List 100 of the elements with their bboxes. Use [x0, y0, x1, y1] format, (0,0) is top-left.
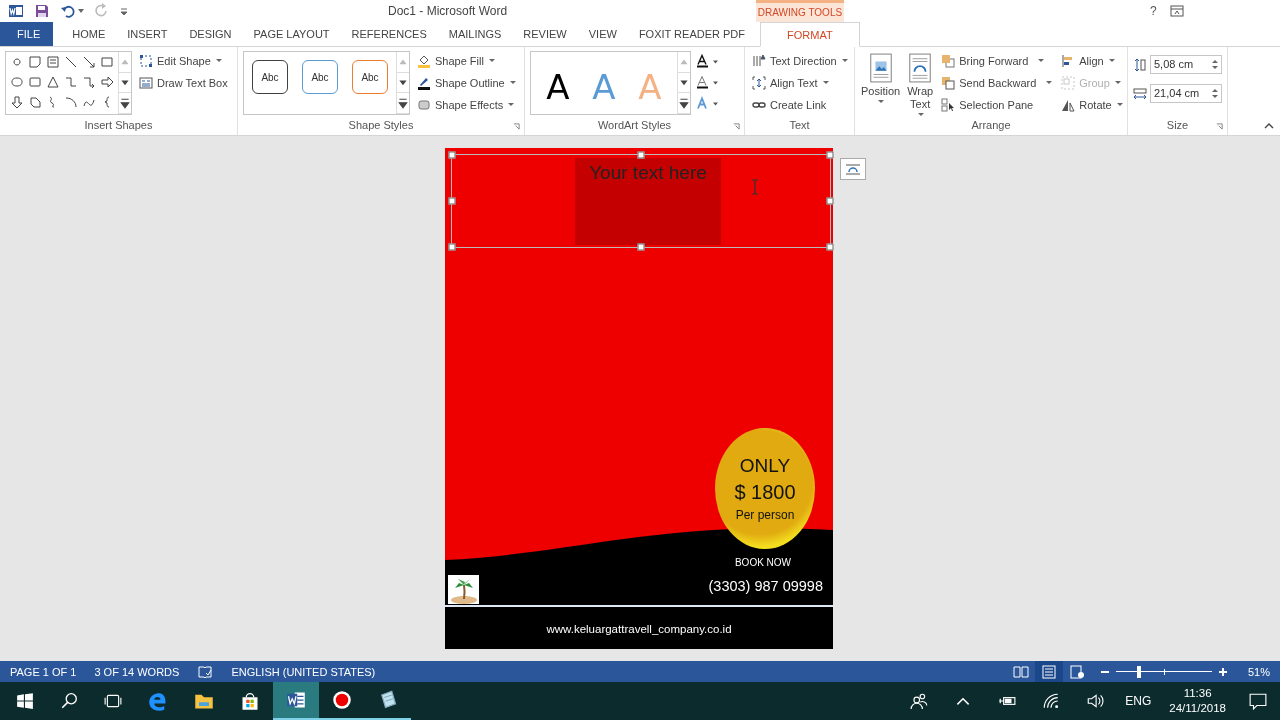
- price-text: $ 1800: [734, 481, 796, 504]
- group-label: Size: [1166, 119, 1189, 133]
- command-button[interactable]: Send Backward: [939, 73, 1055, 92]
- shape-effects-icon: [417, 97, 431, 112]
- price-text: Per person: [735, 508, 795, 522]
- undo-icon[interactable]: [60, 3, 76, 19]
- group-label: WordArt Styles: [597, 119, 672, 133]
- status-item[interactable]: PAGE 1 OF 1: [10, 665, 77, 678]
- command-button[interactable]: Shape Fill: [415, 51, 518, 70]
- search-icon[interactable]: [60, 692, 78, 710]
- clock-time[interactable]: 11:36: [1183, 686, 1212, 701]
- command-button[interactable]: Rotate: [1059, 95, 1125, 114]
- taskbar-button[interactable]: [273, 682, 319, 720]
- style-preset[interactable]: Abc: [252, 60, 288, 94]
- collapse-ribbon-icon[interactable]: [1264, 123, 1274, 129]
- record-icon: [332, 690, 352, 710]
- start-icon[interactable]: [16, 692, 34, 710]
- pencil-icon: [417, 75, 431, 90]
- file-tab[interactable]: FILE: [0, 22, 54, 46]
- style-preset[interactable]: Abc: [302, 60, 338, 94]
- people-icon[interactable]: [910, 692, 929, 710]
- command-button[interactable]: Selection Pane: [939, 95, 1055, 114]
- text-outline-icon[interactable]: [696, 74, 720, 91]
- wrap-text-icon: [907, 53, 934, 83]
- edit-shape-icon: [139, 53, 153, 68]
- group-label: Text: [789, 119, 810, 133]
- dialog-launcher-icon[interactable]: [733, 123, 740, 130]
- layout-options-icon[interactable]: [840, 158, 866, 180]
- ribbon-tab[interactable]: VIEW: [577, 22, 628, 46]
- size-field[interactable]: 21,04 cm: [1150, 84, 1222, 103]
- text-box-selection[interactable]: [448, 151, 834, 251]
- input-language[interactable]: ENG: [1125, 694, 1152, 708]
- wifi-icon[interactable]: [1042, 692, 1061, 710]
- command-button[interactable]: Align Text: [750, 73, 850, 92]
- shape-icon[interactable]: [10, 95, 24, 109]
- ribbon-tab[interactable]: REVIEW: [512, 22, 578, 46]
- align-text-icon: [752, 75, 766, 90]
- command-button[interactable]: Bring Forward: [939, 51, 1055, 70]
- shape-icon[interactable]: [46, 75, 60, 89]
- command-button[interactable]: Align: [1059, 51, 1125, 70]
- website-url: www.keluargattravell_company.co.id: [545, 623, 733, 635]
- dialog-launcher-icon[interactable]: [1216, 123, 1223, 130]
- language-status[interactable]: ENGLISH (UNITED STATES): [231, 665, 376, 678]
- shape-icon[interactable]: [28, 95, 42, 109]
- help-button[interactable]: ?: [1150, 4, 1157, 18]
- group-label: Arrange: [971, 119, 1011, 133]
- ribbon-tab[interactable]: MAILINGS: [437, 22, 513, 46]
- ribbon-tab[interactable]: HOME: [61, 22, 117, 46]
- notepad-icon: [378, 690, 398, 710]
- height-icon: [1133, 57, 1147, 72]
- command-button[interactable]: Position: [860, 51, 902, 119]
- bring-forward-icon: [941, 53, 956, 68]
- zoom-in-button[interactable]: [1217, 666, 1228, 677]
- clock-date[interactable]: 24/11/2018: [1169, 701, 1226, 716]
- command-button[interactable]: Text Direction: [750, 51, 850, 70]
- text-cursor-icon: [751, 179, 759, 195]
- shape-icon[interactable]: [10, 55, 24, 69]
- command-button[interactable]: Create Link: [750, 95, 850, 114]
- shape-icon[interactable]: [64, 95, 78, 109]
- style-preset[interactable]: Abc: [352, 60, 388, 94]
- proofing-icon[interactable]: [197, 663, 214, 680]
- ribbon-tab[interactable]: DESIGN: [178, 22, 243, 46]
- shape-icon[interactable]: [82, 75, 96, 89]
- dialog-launcher-icon[interactable]: [513, 123, 520, 130]
- command-button[interactable]: Shape Outline: [415, 73, 518, 92]
- zoom-level[interactable]: 51%: [1247, 665, 1270, 678]
- store-bag-icon: [240, 691, 260, 711]
- volume-icon[interactable]: [1086, 692, 1105, 710]
- text-fill-icon[interactable]: [696, 53, 720, 70]
- ribbon-tab[interactable]: FOXIT READER PDF: [627, 22, 757, 46]
- caret-icon[interactable]: [78, 9, 84, 13]
- ribbon-tab[interactable]: REFERENCES: [340, 22, 438, 46]
- shape-icon[interactable]: [28, 55, 42, 69]
- command-button[interactable]: Wrap Text: [906, 51, 935, 119]
- ribbon-display-icon[interactable]: [1168, 3, 1185, 19]
- save-icon[interactable]: [34, 3, 50, 19]
- ribbon-tab[interactable]: FORMAT: [760, 22, 860, 47]
- wordart-preset[interactable]: A: [539, 60, 577, 114]
- page-icon: [1040, 663, 1057, 680]
- shape-icon[interactable]: [82, 55, 96, 69]
- shape-icon[interactable]: [100, 75, 114, 89]
- status-item[interactable]: 3 OF 14 WORDS: [94, 665, 180, 678]
- book-icon: [1012, 663, 1029, 680]
- phone-number: (3303) 987 09998: [708, 578, 823, 594]
- text-direction-icon: [752, 53, 766, 68]
- size-field[interactable]: 5,08 cm: [1150, 55, 1222, 74]
- print-view-button[interactable]: [1034, 661, 1063, 682]
- book-label: BOOK NOW: [733, 557, 793, 568]
- notifications-icon[interactable]: [1249, 692, 1267, 710]
- ribbon-tab[interactable]: PAGE LAYOUT: [242, 22, 341, 46]
- shape-icon[interactable]: [64, 55, 78, 69]
- task-view-icon[interactable]: [104, 692, 122, 710]
- command-button[interactable]: Draw Text Box: [137, 73, 230, 92]
- command-button[interactable]: Shape Effects: [415, 95, 518, 114]
- command-button[interactable]: Edit Shape: [137, 51, 230, 70]
- browser-icon: [148, 691, 168, 711]
- price-text: ONLY: [739, 455, 791, 477]
- ribbon-tab[interactable]: INSERT: [116, 22, 179, 46]
- word-logo-icon[interactable]: [8, 3, 24, 19]
- customize-icon[interactable]: [120, 7, 128, 15]
